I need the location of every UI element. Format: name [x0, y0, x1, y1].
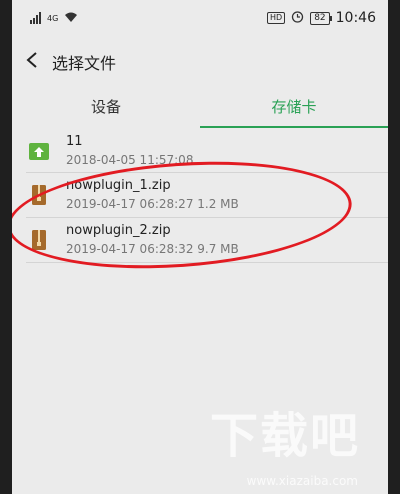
hd-badge: HD — [267, 12, 286, 24]
tab-storage-card[interactable]: 存储卡 — [200, 84, 388, 128]
wifi-icon — [64, 11, 78, 26]
alarm-icon — [291, 10, 304, 26]
tab-bar: 设备 存储卡 — [12, 84, 388, 128]
page-title: 选择文件 — [52, 54, 117, 73]
signal-icon — [30, 12, 41, 24]
device-bezel-right — [388, 0, 400, 494]
watermark-url: www.xiazaiba.com — [246, 474, 358, 488]
tab-device[interactable]: 设备 — [12, 84, 200, 128]
phone-screen: 4G HD 82 10:46 选择文件 设备 存储卡 11 2018-04-05… — [12, 0, 388, 494]
back-arrow-icon[interactable] — [12, 50, 52, 75]
app-bar: 选择文件 — [12, 40, 388, 84]
folder-up-icon — [28, 140, 50, 162]
file-name: 11 — [66, 134, 83, 149]
device-bezel-left — [0, 0, 12, 494]
clock: 10:46 — [335, 10, 376, 26]
signal-label: 4G — [47, 13, 59, 23]
battery-icon: 82 — [310, 11, 333, 25]
status-bar: 4G HD 82 10:46 — [12, 0, 388, 36]
watermark-logo: 下载吧 — [209, 408, 360, 464]
